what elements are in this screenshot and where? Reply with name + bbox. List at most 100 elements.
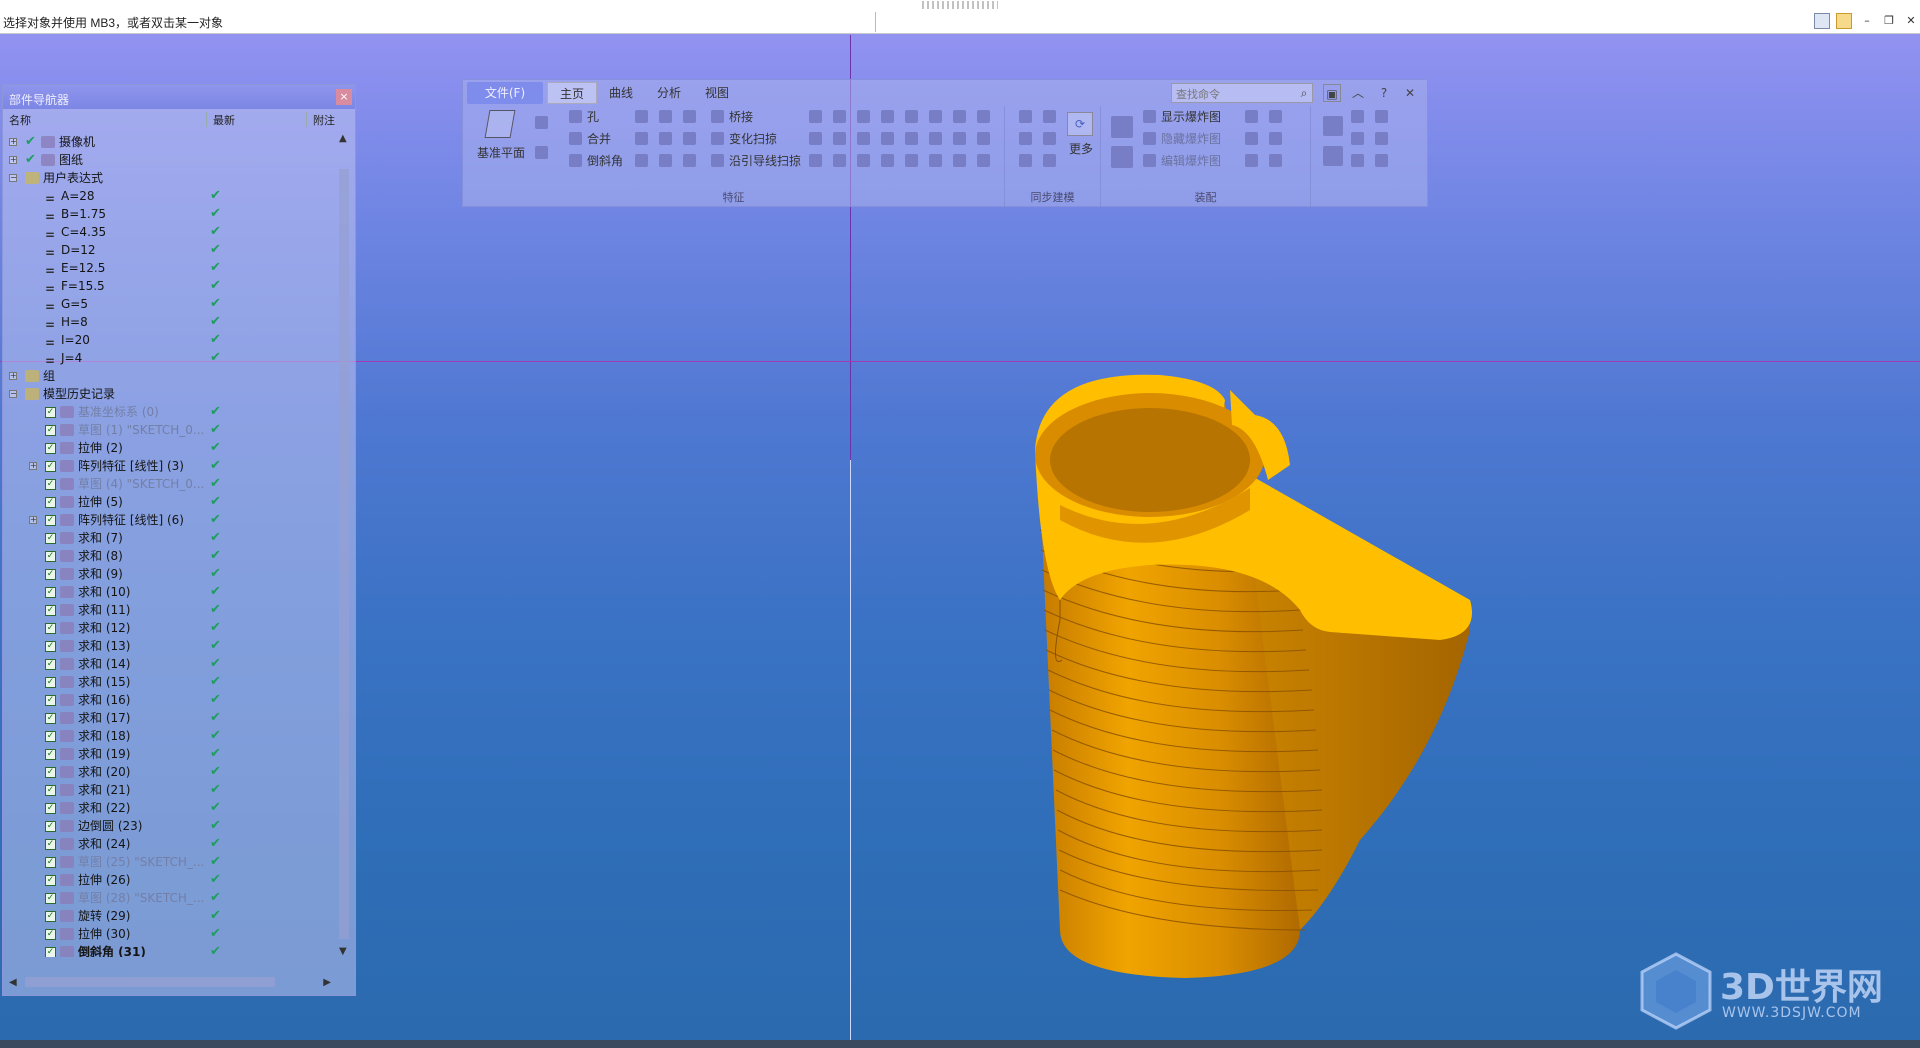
visibility-checkbox[interactable]: ✓: [45, 461, 56, 472]
mirror-icon[interactable]: [659, 154, 672, 167]
search-icon[interactable]: ⌕: [1295, 84, 1313, 102]
mirror-assembly-icon[interactable]: [1269, 154, 1282, 167]
feature-command-icon[interactable]: [977, 154, 990, 167]
sweep-guide-button[interactable]: 沿引导线扫掠: [729, 152, 801, 169]
chamfer-button[interactable]: 倒斜角: [587, 152, 623, 169]
feature-command-icon[interactable]: [905, 132, 918, 145]
tab-view[interactable]: 视图: [693, 82, 741, 104]
history-item[interactable]: ✓ 草图 (4) "SKETCH_0... ✔: [3, 475, 337, 493]
feature-command-icon[interactable]: [857, 110, 870, 123]
trim-icon[interactable]: [683, 132, 696, 145]
3d-model[interactable]: [1000, 370, 1500, 990]
tree-item-drawing[interactable]: + ✔ 图纸: [3, 151, 337, 169]
command-search-input[interactable]: 查找命令: [1171, 83, 1313, 103]
expression-item[interactable]: = G=5 ✔: [3, 295, 337, 314]
column-latest[interactable]: 最新: [207, 112, 307, 127]
visibility-checkbox[interactable]: ✓: [45, 785, 56, 796]
visibility-checkbox[interactable]: ✓: [45, 677, 56, 688]
cylinder-icon[interactable]: [659, 110, 672, 123]
collapse-ribbon-icon[interactable]: ︿: [1349, 84, 1367, 102]
visibility-checkbox[interactable]: ✓: [45, 443, 56, 454]
feature-command-icon[interactable]: [953, 154, 966, 167]
expand-icon[interactable]: +: [29, 462, 37, 470]
scroll-left-icon[interactable]: ◀: [9, 977, 17, 988]
move-face-icon[interactable]: [1019, 110, 1032, 123]
restore-icon[interactable]: ❐: [1880, 12, 1898, 30]
tree-item-history[interactable]: − 模型历史记录: [3, 385, 337, 403]
visibility-checkbox[interactable]: ✓: [45, 821, 56, 832]
scroll-up-icon[interactable]: ▲: [339, 133, 347, 144]
scroll-right-icon[interactable]: ▶: [323, 977, 331, 988]
feature-command-icon[interactable]: [833, 132, 846, 145]
visibility-checkbox[interactable]: ✓: [45, 893, 56, 904]
tab-curve[interactable]: 曲线: [597, 82, 645, 104]
tab-home[interactable]: 主页: [547, 82, 598, 104]
feature-command-icon[interactable]: [833, 154, 846, 167]
edge-blend-icon[interactable]: [659, 132, 672, 145]
close-icon[interactable]: ✕: [1401, 84, 1419, 102]
feature-command-icon[interactable]: [953, 110, 966, 123]
horizontal-scrollbar[interactable]: ◀ ▶: [9, 975, 331, 989]
expression-item[interactable]: = H=8 ✔: [3, 313, 337, 332]
feature-command-icon[interactable]: [809, 154, 822, 167]
history-item[interactable]: ✓ 求和 (9) ✔: [3, 565, 337, 583]
history-item[interactable]: ✓ 草图 (28) "SKETCH_... ✔: [3, 889, 337, 907]
visibility-checkbox[interactable]: ✓: [45, 623, 56, 634]
extrude-icon[interactable]: [535, 116, 548, 129]
section-icon[interactable]: [1375, 110, 1388, 123]
layout-icon[interactable]: ▣: [1323, 84, 1341, 102]
help-icon[interactable]: ?: [1375, 84, 1393, 102]
block-icon[interactable]: [635, 110, 648, 123]
hole-button[interactable]: 孔: [587, 108, 599, 125]
add-component-icon[interactable]: [1111, 116, 1133, 138]
offset-region-icon[interactable]: [1019, 132, 1032, 145]
feature-command-icon[interactable]: [881, 154, 894, 167]
visibility-checkbox[interactable]: ✓: [45, 749, 56, 760]
visibility-checkbox[interactable]: ✓: [45, 605, 56, 616]
visibility-checkbox[interactable]: ✓: [45, 533, 56, 544]
history-item[interactable]: ✓ 求和 (20) ✔: [3, 763, 337, 781]
visibility-checkbox[interactable]: ✓: [45, 479, 56, 490]
feature-command-icon[interactable]: [929, 110, 942, 123]
sweep-guide-icon[interactable]: [711, 154, 724, 167]
history-item[interactable]: ✓ 基准坐标系 (0) ✔: [3, 403, 337, 421]
unite-button[interactable]: 合并: [587, 130, 611, 147]
history-item[interactable]: ✓ 求和 (22) ✔: [3, 799, 337, 817]
render-icon[interactable]: [1375, 132, 1388, 145]
feature-command-icon[interactable]: [857, 132, 870, 145]
history-item[interactable]: ✓ 倒斜角 (31) ✔: [3, 943, 337, 957]
constraint-icon[interactable]: [1245, 110, 1258, 123]
hole-icon[interactable]: [569, 110, 582, 123]
new-component-icon[interactable]: [1111, 146, 1133, 168]
shell-icon[interactable]: [683, 110, 696, 123]
history-item[interactable]: ✓ 边倒圆 (23) ✔: [3, 817, 337, 835]
point-icon[interactable]: [1323, 146, 1343, 166]
bridge-button[interactable]: 桥接: [729, 108, 753, 125]
history-item[interactable]: ✓ 求和 (12) ✔: [3, 619, 337, 637]
draft-icon[interactable]: [635, 132, 648, 145]
feature-command-icon[interactable]: [905, 154, 918, 167]
tree-item-group[interactable]: + 组: [3, 367, 337, 385]
show-explosion-icon[interactable]: [1143, 110, 1156, 123]
history-item[interactable]: ✓ 草图 (25) "SKETCH_... ✔: [3, 853, 337, 871]
history-item[interactable]: + ✓ 阵列特征 [线性] (6) ✔: [3, 511, 337, 529]
expression-item[interactable]: = E=12.5 ✔: [3, 259, 337, 278]
history-item[interactable]: ✓ 求和 (15) ✔: [3, 673, 337, 691]
history-item[interactable]: ✓ 求和 (8) ✔: [3, 547, 337, 565]
visibility-checkbox[interactable]: ✓: [45, 947, 56, 957]
replace-face-icon[interactable]: [1043, 132, 1056, 145]
chamfer-icon[interactable]: [569, 154, 582, 167]
visibility-checkbox[interactable]: ✓: [45, 587, 56, 598]
visibility-checkbox[interactable]: ✓: [45, 497, 56, 508]
measure-icon[interactable]: [1351, 110, 1364, 123]
expand-icon[interactable]: +: [9, 372, 17, 380]
visibility-checkbox[interactable]: ✓: [45, 929, 56, 940]
feature-command-icon[interactable]: [809, 132, 822, 145]
visibility-checkbox[interactable]: ✓: [45, 407, 56, 418]
history-item[interactable]: + ✓ 阵列特征 [线性] (3) ✔: [3, 457, 337, 475]
unite-icon[interactable]: [569, 132, 582, 145]
visibility-checkbox[interactable]: ✓: [45, 641, 56, 652]
visibility-checkbox[interactable]: ✓: [45, 551, 56, 562]
visibility-checkbox[interactable]: ✓: [45, 515, 56, 526]
feature-command-icon[interactable]: [977, 110, 990, 123]
